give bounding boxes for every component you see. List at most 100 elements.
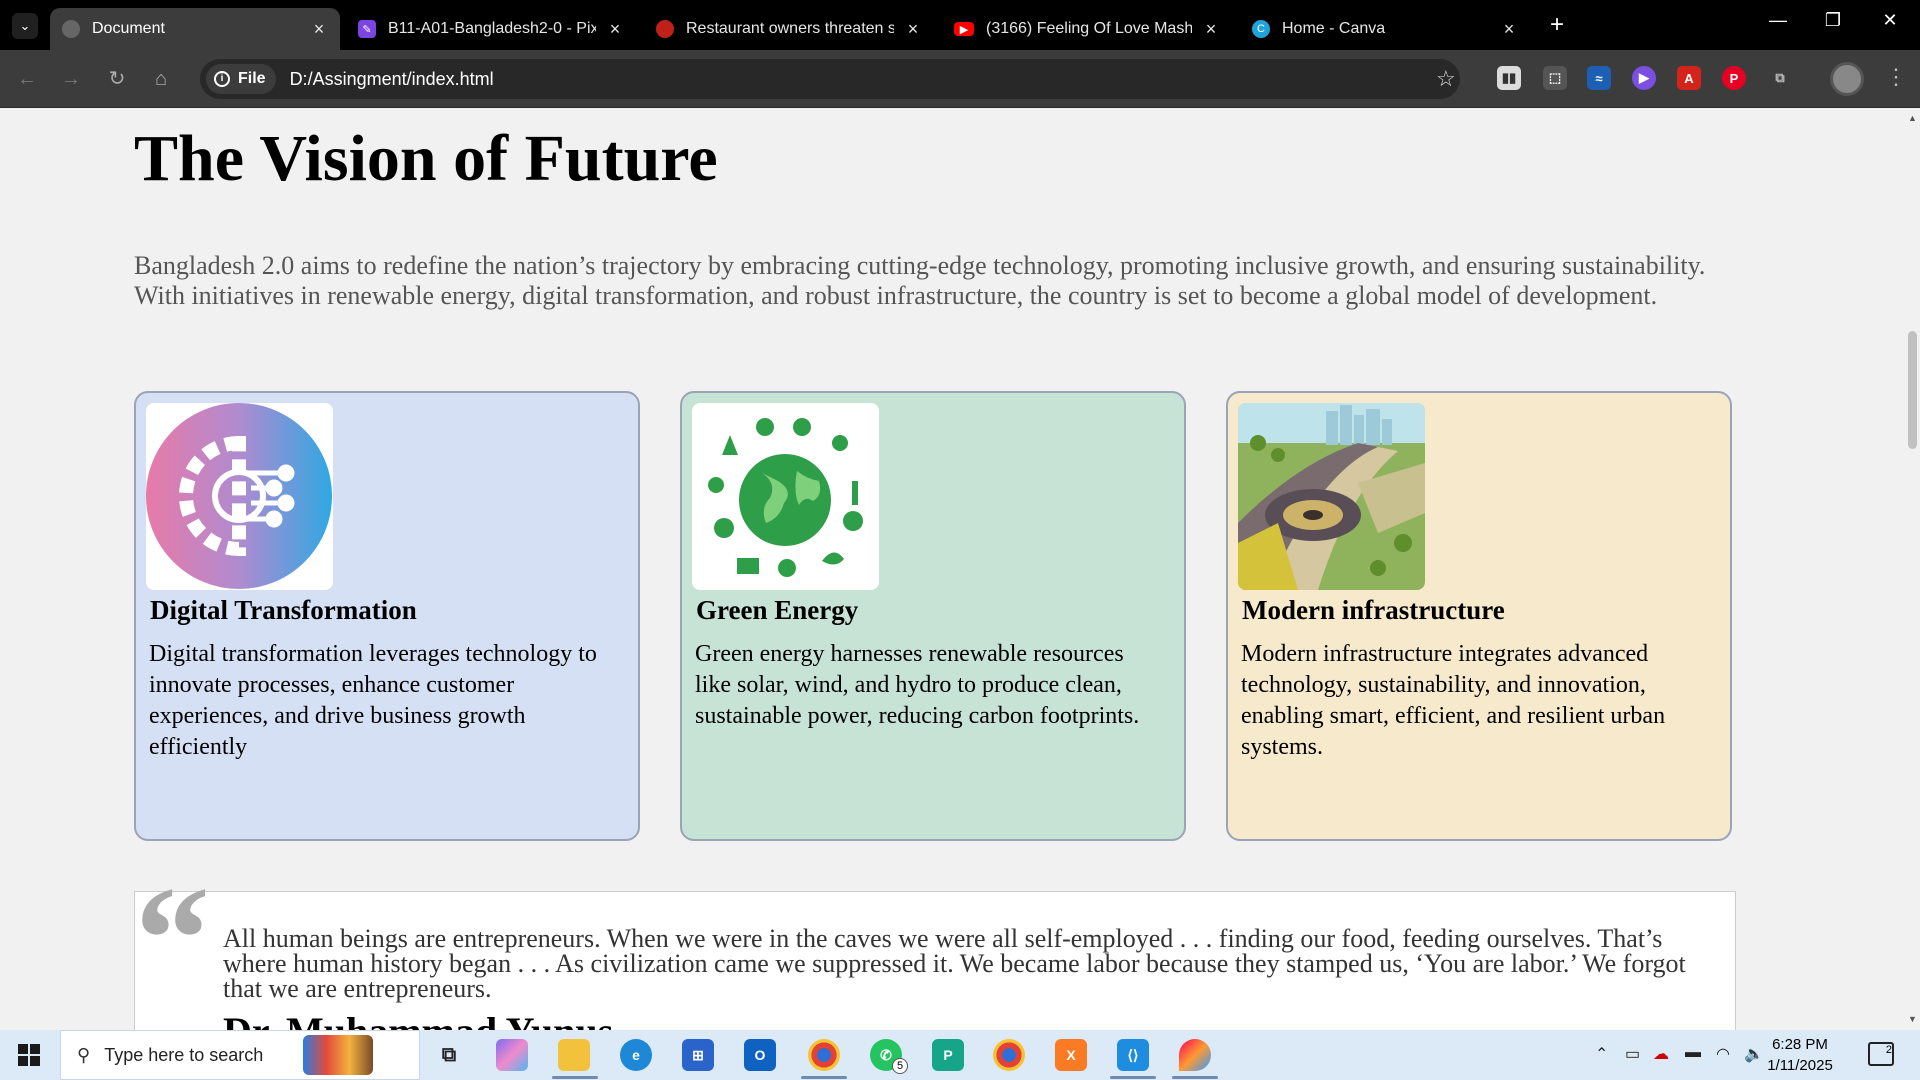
tab-document[interactable]: Document × [50, 8, 340, 50]
browser-toolbar: ← → ↻ ⌂ i File D:/Assingment/index.html … [0, 50, 1920, 108]
task-view-icon[interactable]: ⧉ [433, 1039, 465, 1071]
battery-icon[interactable]: ▬ [1685, 1044, 1701, 1062]
quote-mark-icon: “ [135, 856, 210, 1022]
url-text[interactable]: D:/Assingment/index.html [290, 69, 494, 90]
tab-search-button[interactable]: ⌄ [12, 13, 38, 39]
taskbar-search-box[interactable]: ⚲ Type here to search [60, 1030, 420, 1080]
scroll-up-arrow-icon[interactable]: ▲ [1908, 113, 1917, 123]
restore-button[interactable]: ❐ [1813, 10, 1853, 31]
system-clock[interactable]: 6:28 PM 1/11/2025 [1760, 1034, 1840, 1076]
pixso-icon: ✎ [358, 20, 376, 38]
tab-strip: ⌄ Document × ✎ B11-A01-Bangladesh2-0 - P… [0, 0, 1920, 50]
reading-list-icon[interactable]: ▮▮ [1497, 66, 1521, 90]
search-icon: ⚲ [77, 1044, 91, 1065]
tab-title: B11-A01-Bangladesh2-0 - Pixso [388, 20, 596, 37]
card-body: Green energy harnesses renewable resourc… [695, 641, 1140, 729]
minimize-button[interactable]: — [1758, 10, 1798, 31]
profile-avatar[interactable] [1830, 62, 1864, 96]
scrollbar-thumb[interactable] [1908, 331, 1917, 449]
youtube-icon: ▶ [954, 22, 974, 36]
news-icon [656, 20, 674, 38]
copilot-icon[interactable] [496, 1039, 528, 1071]
play-extension-icon[interactable]: ▶ [1632, 66, 1656, 90]
address-bar[interactable]: i File D:/Assingment/index.html [200, 59, 1460, 99]
windows-taskbar: ⚲ Type here to search ⧉ e ⊞ O ✆ 5 P X ⟨⟩… [0, 1030, 1920, 1080]
search-highlight-image [303, 1035, 374, 1075]
tab-youtube[interactable]: ▶ (3166) Feeling Of Love Mashup × [942, 8, 1232, 50]
clock-date: 1/11/2025 [1767, 1057, 1833, 1074]
whatsapp-badge: 5 [892, 1058, 908, 1074]
intro-paragraph: Bangladesh 2.0 aims to redefine the nati… [134, 251, 1706, 310]
wifi-icon[interactable]: ◠ [1716, 1044, 1730, 1064]
tab-canva[interactable]: C Home - Canva × [1240, 8, 1530, 50]
forward-button[interactable]: → [58, 66, 84, 92]
close-window-button[interactable]: ✕ [1870, 10, 1910, 31]
app-running-indicator [801, 1076, 847, 1079]
pinterest-icon[interactable]: P [1722, 66, 1746, 90]
scroll-down-arrow-icon[interactable]: ▼ [1908, 1014, 1917, 1024]
page-scrollbar[interactable]: ▲ ▼ [1904, 109, 1920, 1030]
card-body: Digital transformation leverages technol… [149, 641, 597, 760]
site-info-chip[interactable]: i File [206, 64, 276, 94]
file-explorer-icon[interactable] [558, 1039, 590, 1071]
vscode-icon[interactable]: ⟨⟩ [1117, 1039, 1149, 1071]
close-icon[interactable]: × [310, 19, 328, 40]
store-icon[interactable]: ⊞ [682, 1039, 714, 1071]
card-title: Modern infrastructure [1242, 595, 1505, 625]
card-green-energy: Green Energy Green energy harnesses rene… [680, 391, 1186, 841]
modern-infrastructure-image [1238, 403, 1425, 590]
puzzle-extensions-icon[interactable]: ⧉ [1768, 66, 1792, 90]
wave-extension-icon[interactable]: ≈ [1587, 66, 1611, 90]
page-viewport: The Vision of Future Bangladesh 2.0 aims… [0, 109, 1904, 1030]
quote-author: Dr. Muhammad Yunus [223, 1008, 613, 1030]
page-title: The Vision of Future [134, 122, 718, 195]
app-running-indicator [1110, 1076, 1156, 1079]
close-icon[interactable]: × [606, 19, 624, 40]
quote-block: “ All human beings are entrepreneurs. Wh… [134, 864, 1736, 1030]
windows-start-icon[interactable] [18, 1044, 40, 1066]
tab-pixso[interactable]: ✎ B11-A01-Bangladesh2-0 - Pixso × [346, 8, 636, 50]
green-energy-image [692, 403, 879, 590]
tray-overflow-icon[interactable]: ⌃ [1595, 1044, 1608, 1064]
info-icon: i [214, 71, 230, 87]
tab-title: Home - Canva [1282, 20, 1386, 37]
chrome-profile-icon[interactable] [993, 1039, 1025, 1071]
notification-count: 2 [1885, 1044, 1892, 1056]
tab-restaurant-news[interactable]: Restaurant owners threaten stri × [644, 8, 934, 50]
reload-button[interactable]: ↻ [104, 66, 130, 92]
close-icon[interactable]: × [1202, 19, 1220, 40]
tab-title: (3166) Feeling Of Love Mashup [986, 20, 1192, 37]
figma-like-app-icon[interactable] [1179, 1039, 1211, 1071]
search-placeholder: Type here to search [104, 1044, 264, 1065]
app-running-indicator [1172, 1076, 1218, 1079]
quote-text: All human beings are entrepreneurs. When… [223, 924, 1686, 1003]
home-button[interactable]: ⌂ [148, 66, 174, 92]
edge-icon[interactable]: e [620, 1039, 652, 1071]
pdf-extension-icon[interactable]: A [1677, 66, 1701, 90]
card-digital-transformation: Digital Transformation Digital transform… [134, 391, 640, 841]
chrome-icon[interactable] [808, 1039, 840, 1071]
close-icon[interactable]: × [904, 19, 922, 40]
close-icon[interactable]: × [1500, 19, 1518, 40]
card-title: Green Energy [696, 595, 859, 625]
outlook-icon[interactable]: O [744, 1039, 776, 1071]
tab-title: Document [92, 20, 165, 37]
app-running-indicator [552, 1076, 598, 1079]
back-button[interactable]: ← [14, 66, 40, 92]
clock-time: 6:28 PM [1772, 1036, 1828, 1053]
pycharm-icon[interactable]: P [932, 1039, 964, 1071]
card-body: Modern infrastructure integrates advance… [1241, 641, 1666, 760]
new-tab-button[interactable]: + [1543, 12, 1571, 40]
canva-icon: C [1252, 20, 1270, 38]
onedrive-error-icon[interactable]: ☁ [1653, 1044, 1669, 1064]
extension-icon[interactable]: ⬚ [1543, 66, 1567, 90]
xampp-icon[interactable]: X [1055, 1039, 1087, 1071]
bookmark-star-icon[interactable]: ☆ [1436, 66, 1456, 92]
menu-kebab-icon[interactable]: ⋮ [1885, 64, 1907, 90]
site-info-label: File [238, 70, 266, 87]
digital-transformation-image [146, 403, 333, 590]
meet-now-icon[interactable]: ▭ [1625, 1044, 1640, 1064]
tab-title: Restaurant owners threaten stri [686, 20, 894, 37]
chevron-down-icon: ⌄ [19, 18, 31, 33]
notification-center-icon[interactable]: 2 [1868, 1042, 1894, 1066]
